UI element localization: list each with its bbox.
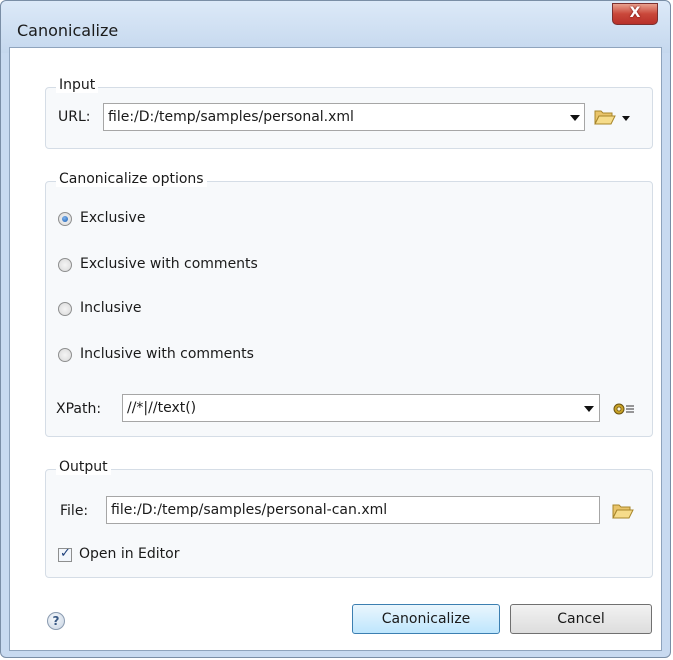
- output-group: Output File: file:/D:/temp/samples/perso…: [45, 459, 653, 578]
- folder-open-icon[interactable]: [612, 502, 634, 519]
- folder-open-icon[interactable]: [594, 108, 616, 125]
- browse-menu-arrow-icon[interactable]: [622, 116, 630, 121]
- help-button[interactable]: ?: [47, 612, 65, 630]
- cancel-button[interactable]: Cancel: [510, 604, 652, 634]
- file-input[interactable]: file:/D:/temp/samples/personal-can.xml: [106, 496, 600, 524]
- xpath-dropdown-arrow-icon[interactable]: [584, 406, 594, 412]
- open-in-editor-label: Open in Editor: [79, 546, 180, 562]
- output-legend: Output: [56, 459, 111, 475]
- canonicalize-options-group: Canonicalize options Exclusive Exclusive…: [45, 171, 653, 437]
- radio-button[interactable]: [58, 348, 72, 362]
- dialog-content: Input URL: file:/D:/temp/samples/persona…: [9, 47, 662, 651]
- dialog-window: Canonicalize X Input URL: file:/D:/temp/…: [0, 0, 671, 658]
- close-button[interactable]: X: [612, 3, 658, 25]
- canonicalize-button[interactable]: Canonicalize: [352, 604, 500, 634]
- file-value: file:/D:/temp/samples/personal-can.xml: [111, 502, 388, 518]
- open-in-editor-checkbox-row[interactable]: Open in Editor: [58, 546, 258, 564]
- close-icon: X: [629, 5, 641, 21]
- radio-button[interactable]: [58, 302, 72, 316]
- radio-button[interactable]: [58, 258, 72, 272]
- xpath-value: //*|//text(): [127, 400, 197, 416]
- radio-label: Inclusive with comments: [80, 346, 254, 362]
- input-group: Input URL: file:/D:/temp/samples/persona…: [45, 77, 653, 149]
- xpath-combobox[interactable]: //*|//text(): [122, 394, 600, 422]
- radio-button[interactable]: [58, 212, 72, 226]
- help-icon: ?: [52, 614, 60, 628]
- radio-label: Inclusive: [80, 300, 142, 316]
- radio-label: Exclusive with comments: [80, 256, 258, 272]
- window-title: Canonicalize: [17, 21, 119, 40]
- title-bar[interactable]: Canonicalize X: [1, 1, 670, 53]
- radio-label: Exclusive: [80, 210, 146, 226]
- options-legend: Canonicalize options: [56, 171, 207, 187]
- url-value: file:/D:/temp/samples/personal.xml: [108, 109, 354, 125]
- file-label: File:: [60, 503, 89, 519]
- url-label: URL:: [58, 109, 91, 125]
- gear-icon[interactable]: [612, 402, 636, 416]
- xpath-label: XPath:: [56, 401, 102, 417]
- url-combobox[interactable]: file:/D:/temp/samples/personal.xml: [103, 103, 585, 131]
- url-dropdown-arrow-icon[interactable]: [570, 115, 580, 121]
- open-in-editor-checkbox[interactable]: [58, 546, 72, 562]
- input-legend: Input: [56, 77, 99, 93]
